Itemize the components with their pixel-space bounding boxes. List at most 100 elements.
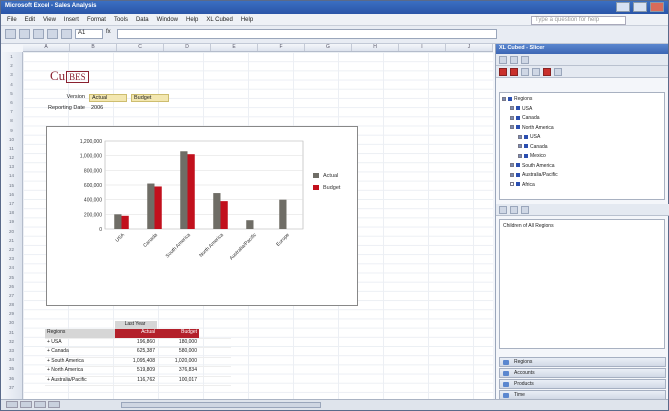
row-header[interactable]: 13 [1, 162, 22, 171]
help-search-input[interactable]: Type a question for help [531, 16, 626, 25]
tree-checkbox[interactable] [502, 96, 506, 101]
row-header[interactable]: 15 [1, 181, 22, 190]
pivot-row-label[interactable]: + South America [45, 358, 115, 367]
menu-data[interactable]: Data [136, 17, 149, 23]
menu-help-2[interactable]: Help [241, 17, 253, 23]
open-icon[interactable] [19, 29, 30, 39]
menu-view[interactable]: View [43, 17, 56, 23]
column-header[interactable]: H [352, 44, 399, 51]
selection-list[interactable]: Children of All Regions [499, 219, 665, 349]
row-header[interactable]: 31 [1, 328, 22, 337]
options-icon[interactable] [554, 68, 562, 76]
row-header[interactable]: 23 [1, 254, 22, 263]
tree-checkbox[interactable] [510, 115, 514, 120]
row-header[interactable]: 6 [1, 98, 22, 107]
selection-item[interactable]: Children of All Regions [503, 223, 554, 229]
row-header[interactable]: 9 [1, 126, 22, 135]
menu-file[interactable]: File [7, 17, 17, 23]
column-header[interactable]: J [446, 44, 493, 51]
refresh-icon[interactable] [499, 56, 507, 64]
collapse-icon[interactable] [532, 68, 540, 76]
tree-checkbox[interactable] [510, 172, 514, 177]
tree-node[interactable]: Canada [502, 114, 662, 124]
row-header[interactable]: 5 [1, 89, 22, 98]
tree-checkbox[interactable] [510, 182, 514, 187]
minimize-button[interactable] [616, 2, 630, 12]
tree-checkbox[interactable] [510, 125, 514, 130]
tree-node[interactable]: North America [502, 124, 662, 134]
menu-format[interactable]: Format [87, 17, 106, 23]
row-header[interactable]: 17 [1, 199, 22, 208]
pivot-row-label[interactable]: + Australia/Pacific [45, 377, 115, 386]
row-header[interactable]: 27 [1, 291, 22, 300]
close-button[interactable] [650, 2, 664, 12]
column-header[interactable]: G [305, 44, 352, 51]
column-header[interactable]: B [70, 44, 117, 51]
expand-icon[interactable] [521, 68, 529, 76]
column-header[interactable]: E [211, 44, 258, 51]
row-header[interactable]: 33 [1, 346, 22, 355]
sheet-nav-next[interactable] [34, 401, 46, 408]
row-header[interactable]: 10 [1, 135, 22, 144]
dimension-item[interactable]: Products [499, 379, 666, 389]
menu-window[interactable]: Window [157, 17, 178, 23]
row-header[interactable]: 28 [1, 300, 22, 309]
column-header[interactable]: I [399, 44, 446, 51]
row-header[interactable]: 35 [1, 364, 22, 373]
column-header[interactable]: A [23, 44, 70, 51]
horizontal-scrollbar[interactable] [121, 402, 321, 408]
menu-xlcubed[interactable]: XL Cubed [206, 17, 232, 23]
member-tree[interactable]: Regions USA Canada North America USA Canada Me… [499, 92, 665, 200]
row-header[interactable]: 7 [1, 107, 22, 116]
tree-checkbox[interactable] [518, 153, 522, 158]
column-header[interactable]: F [258, 44, 305, 51]
row-header[interactable]: 21 [1, 236, 22, 245]
save-icon[interactable] [33, 29, 44, 39]
menu-insert[interactable]: Insert [64, 17, 79, 23]
tree-node[interactable]: Africa [502, 181, 662, 191]
row-header[interactable]: 37 [1, 383, 22, 392]
row-header[interactable]: 20 [1, 227, 22, 236]
row-header[interactable]: 3 [1, 70, 22, 79]
row-header[interactable]: 14 [1, 171, 22, 180]
bar-chart[interactable]: 1,200,000 1,000,000 800,000 600,000 400,000 2… [46, 126, 358, 306]
new-icon[interactable] [5, 29, 16, 39]
row-header[interactable]: 2 [1, 61, 22, 70]
sheet-nav-first[interactable] [6, 401, 18, 408]
clear-icon[interactable] [499, 68, 507, 76]
row-header[interactable]: 24 [1, 263, 22, 272]
tree-node[interactable]: USA [502, 105, 662, 115]
row-header[interactable]: 30 [1, 318, 22, 327]
add-icon[interactable] [499, 206, 507, 214]
tree-checkbox[interactable] [510, 163, 514, 168]
row-header[interactable]: 19 [1, 217, 22, 226]
print-icon[interactable] [47, 29, 58, 39]
row-header[interactable]: 29 [1, 309, 22, 318]
row-header[interactable]: 36 [1, 374, 22, 383]
tree-checkbox[interactable] [518, 134, 522, 139]
tree-node[interactable]: Canada [502, 143, 662, 153]
remove-icon[interactable] [510, 68, 518, 76]
cut-icon[interactable] [61, 29, 72, 39]
column-header[interactable]: D [164, 44, 211, 51]
maximize-button[interactable] [633, 2, 647, 12]
pivot-row-label[interactable]: + USA [45, 339, 115, 348]
tree-node[interactable]: South America [502, 162, 662, 172]
menu-tools[interactable]: Tools [114, 17, 128, 23]
menu-edit[interactable]: Edit [25, 17, 35, 23]
row-header[interactable]: 34 [1, 355, 22, 364]
row-header[interactable]: 25 [1, 273, 22, 282]
pivot-row-label[interactable]: + Canada [45, 348, 115, 357]
column-header[interactable]: C [117, 44, 164, 51]
tree-node[interactable]: USA [502, 133, 662, 143]
filter-value-budget[interactable]: Budget [131, 94, 169, 102]
tree-checkbox[interactable] [518, 144, 522, 149]
row-header[interactable]: 22 [1, 245, 22, 254]
name-box[interactable]: A1 [75, 29, 103, 39]
row-header[interactable]: 11 [1, 144, 22, 153]
filter-icon[interactable] [510, 56, 518, 64]
row-header[interactable]: 18 [1, 208, 22, 217]
sheet-nav-prev[interactable] [20, 401, 32, 408]
row-header[interactable]: 26 [1, 282, 22, 291]
delete-icon[interactable] [543, 68, 551, 76]
